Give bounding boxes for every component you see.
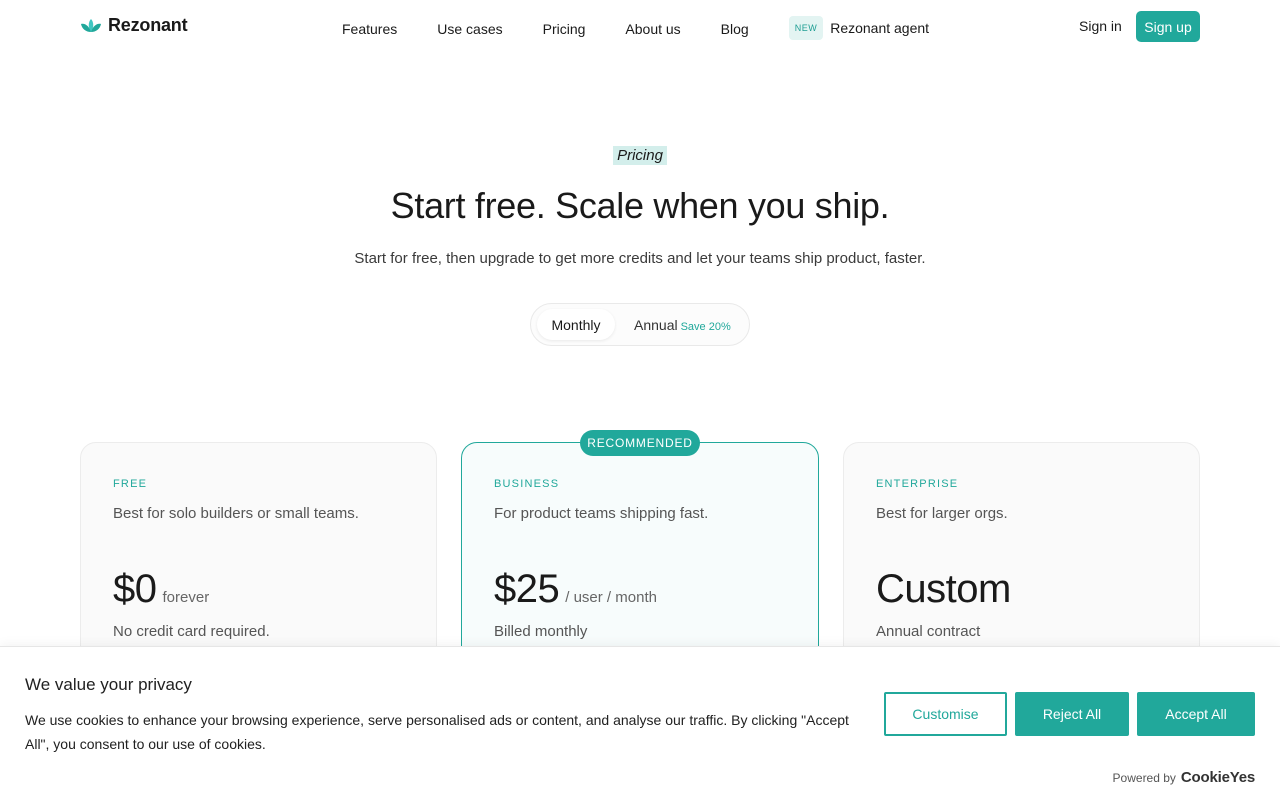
sign-in-link[interactable]: Sign in xyxy=(1079,18,1122,34)
price-row: $25 / user / month xyxy=(494,567,657,612)
billing-monthly-option[interactable]: Monthly xyxy=(537,309,615,340)
nav-link-blog[interactable]: Blog xyxy=(721,21,749,37)
page-subtitle: Start for free, then upgrade to get more… xyxy=(354,250,926,267)
plan-name: FREE xyxy=(113,478,148,490)
cookieyes-logo: CookieYes xyxy=(1180,769,1255,786)
brand-name: Rezonant xyxy=(108,15,188,35)
plan-name: BUSINESS xyxy=(494,478,560,490)
plan-price: $0 xyxy=(113,567,157,611)
eyebrow-wrapper: Pricing xyxy=(0,146,1280,165)
price-row: Custom xyxy=(876,567,1011,612)
cookie-banner-text: We use cookies to enhance your browsing … xyxy=(25,712,849,752)
plan-price-note: Billed monthly xyxy=(494,623,588,640)
price-row: $0 forever xyxy=(113,567,209,612)
plan-description: Best for solo builders or small teams. xyxy=(113,505,359,522)
page-title: Start free. Scale when you ship. xyxy=(390,185,890,226)
customise-button[interactable]: Customise xyxy=(884,692,1007,736)
section-eyebrow: Pricing xyxy=(613,146,667,165)
plan-price: $25 xyxy=(494,567,560,611)
nav-link-about-us[interactable]: About us xyxy=(625,21,680,37)
plan-name: ENTERPRISE xyxy=(876,478,959,490)
plan-price-unit: forever xyxy=(162,589,210,606)
nav-link-pricing[interactable]: Pricing xyxy=(543,21,586,37)
cookie-consent-banner: We value your privacy We use cookies to … xyxy=(0,646,1280,800)
recommended-badge: RECOMMENDED xyxy=(580,430,700,456)
plan-description: For product teams shipping fast. xyxy=(494,505,709,522)
sign-up-button[interactable]: Sign up xyxy=(1136,11,1200,42)
top-navigation: Rezonant Features Use cases Pricing Abou… xyxy=(0,0,1280,52)
plan-price-note: Annual contract xyxy=(876,623,981,640)
accept-all-button[interactable]: Accept All xyxy=(1137,692,1255,736)
nav-link-rezonant-agent[interactable]: NEW Rezonant agent xyxy=(788,16,930,40)
brand-logo[interactable]: Rezonant xyxy=(80,15,188,36)
lotus-logo-icon xyxy=(81,18,101,32)
nav-link-label: Rezonant agent xyxy=(830,20,930,36)
plan-price-unit: / user / month xyxy=(565,589,657,606)
save-badge: Save 20% xyxy=(680,321,731,333)
plan-price-note: No credit card required. xyxy=(113,623,270,640)
plan-price: Custom xyxy=(876,567,1011,611)
cookie-banner-title: We value your privacy xyxy=(25,675,192,694)
billing-toggle: Monthly Annual Save 20% xyxy=(530,303,750,346)
nav-link-features[interactable]: Features xyxy=(342,21,397,37)
nav-link-use-cases[interactable]: Use cases xyxy=(437,21,502,37)
powered-by-label: Powered by xyxy=(1112,771,1176,785)
reject-all-button[interactable]: Reject All xyxy=(1015,692,1129,736)
plan-description: Best for larger orgs. xyxy=(876,505,1008,522)
powered-by[interactable]: Powered by CookieYes xyxy=(1112,769,1256,786)
billing-annual-option[interactable]: Annual Save 20% xyxy=(634,317,731,333)
annual-label: Annual xyxy=(634,317,678,333)
new-badge: NEW xyxy=(788,16,824,40)
primary-nav: Features Use cases Pricing About us Blog… xyxy=(342,16,930,40)
